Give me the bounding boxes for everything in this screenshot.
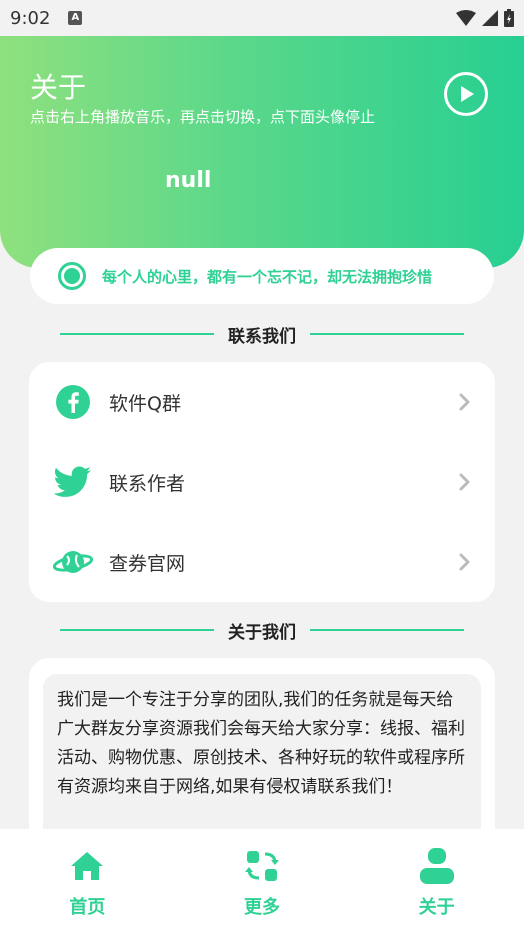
nav-label: 更多 — [244, 897, 280, 918]
signal-icon — [482, 10, 498, 26]
username[interactable]: null — [165, 168, 211, 193]
play-music-button[interactable] — [444, 72, 488, 116]
planet-icon — [53, 542, 93, 582]
play-icon — [461, 86, 474, 102]
divider — [60, 333, 214, 335]
person-icon — [418, 847, 456, 885]
contact-heading: 联系我们 — [60, 322, 464, 347]
contact-item-author[interactable]: 联系作者 — [29, 442, 495, 522]
about-heading: 关于我们 — [60, 618, 464, 643]
contact-item-qq-group[interactable]: 软件Q群 — [29, 362, 495, 442]
chevron-right-icon — [459, 473, 473, 491]
status-icons — [456, 9, 514, 27]
contact-item-label: 软件Q群 — [109, 392, 181, 415]
nav-label: 关于 — [418, 897, 455, 918]
divider — [60, 629, 214, 631]
about-card: 我们是一个专注于分享的团队,我们的任务就是每天给广大群友分享资源我们会每天给大家… — [29, 658, 495, 858]
profile-header: 关于 点击右上角播放音乐，再点击切换，点下面头像停止 null — [0, 36, 524, 268]
marquee-text: 每个人的心里，都有一个忘不记，却无法拥抱珍惜 — [102, 267, 433, 286]
nav-item-home[interactable]: 首页 — [0, 829, 175, 931]
notification-icon: A — [68, 11, 83, 25]
contact-list: 软件Q群 联系作者 查券官网 — [29, 362, 495, 602]
record-icon — [58, 262, 86, 290]
refresh-grid-icon — [243, 847, 281, 885]
divider — [310, 629, 464, 631]
status-bar: 9:02 A — [0, 0, 524, 36]
contact-item-website[interactable]: 查券官网 — [29, 522, 495, 602]
wifi-icon — [456, 10, 476, 26]
contact-item-label: 查券官网 — [109, 552, 186, 575]
chevron-right-icon — [459, 393, 473, 411]
status-time: 9:02 — [10, 7, 51, 29]
nav-item-about[interactable]: 关于 — [349, 829, 524, 931]
facebook-icon — [53, 382, 93, 422]
contact-item-label: 联系作者 — [109, 472, 186, 495]
chevron-right-icon — [459, 553, 473, 571]
battery-icon — [504, 9, 514, 27]
nav-item-more[interactable]: 更多 — [175, 829, 350, 931]
page-subtitle: 点击右上角播放音乐，再点击切换，点下面头像停止 — [30, 108, 376, 126]
contact-heading-label: 联系我们 — [228, 326, 296, 347]
bottom-nav: 首页 更多 关于 — [0, 829, 524, 931]
marquee-notice: 每个人的心里，都有一个忘不记，却无法拥抱珍惜 — [30, 248, 494, 304]
nav-label: 首页 — [69, 897, 106, 918]
page-title: 关于 — [30, 71, 87, 104]
divider — [310, 333, 464, 335]
home-icon — [68, 847, 106, 885]
twitter-icon — [53, 462, 93, 502]
about-heading-label: 关于我们 — [228, 622, 296, 643]
